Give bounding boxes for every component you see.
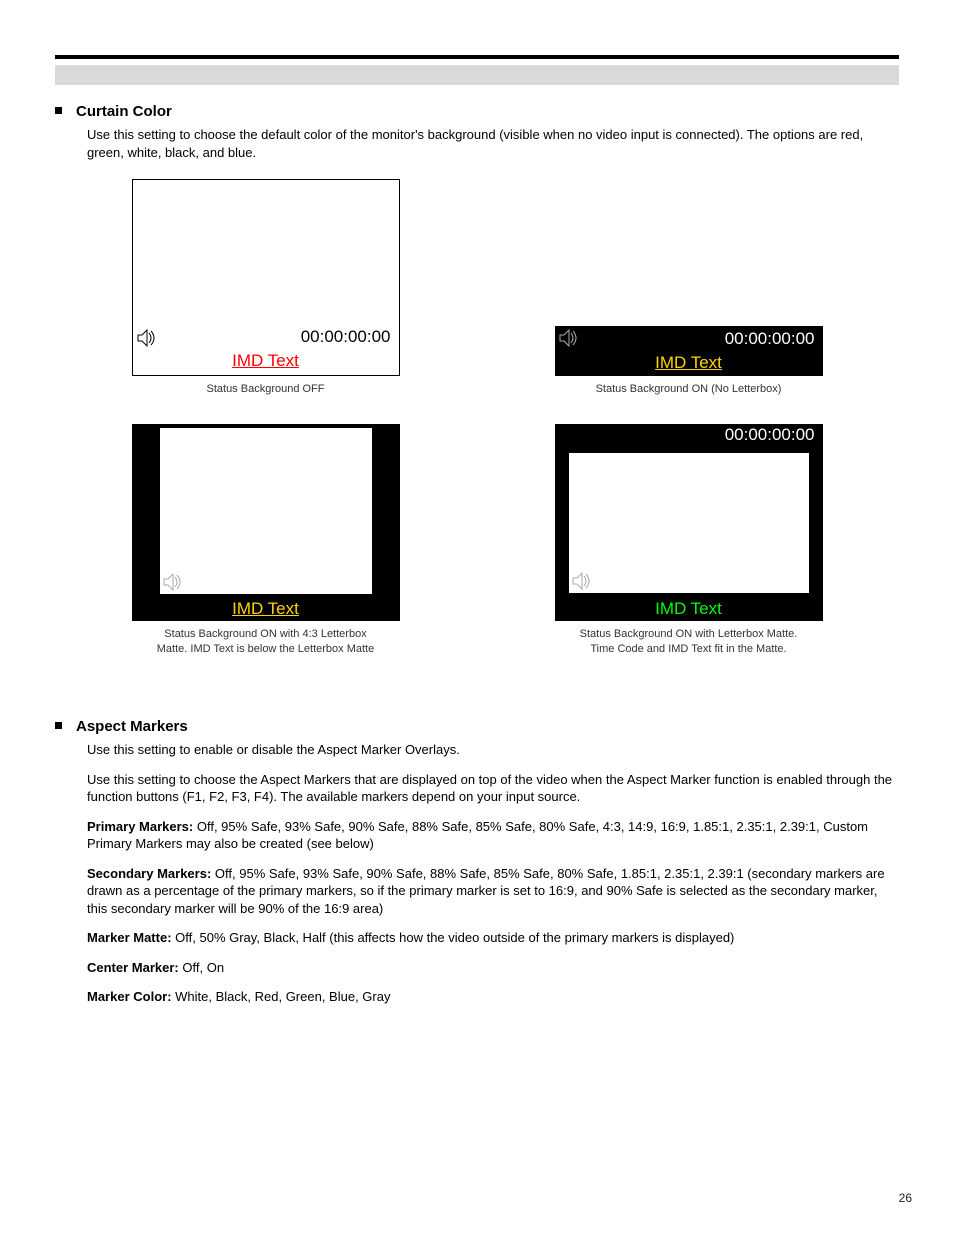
aspect-center-label: Center Marker: xyxy=(87,960,179,975)
speaker-icon xyxy=(559,329,579,347)
aspect-heading: Aspect Markers xyxy=(76,718,188,735)
aspect-body2: Use this setting to choose the Aspect Ma… xyxy=(87,771,899,806)
figure-d: 00:00:00:00 xyxy=(555,424,823,656)
figure-b-imd: IMD Text xyxy=(655,353,722,373)
figure-c: 00:00:00:00 IMD Text Status Background O… xyxy=(132,424,400,656)
figure-c-caption: Status Background ON with 4:3 Letterbox … xyxy=(157,627,374,656)
aspect-center-opts: Off, On xyxy=(182,960,224,975)
figure-d-bottom-bar: IMD Text xyxy=(555,597,823,621)
figure-a-frame: 00:00:00:00 IMD Text xyxy=(132,179,400,376)
figure-d-timecode: 00:00:00:00 xyxy=(725,425,815,445)
figure-d-mid xyxy=(555,448,823,597)
figure-b-video-area xyxy=(555,179,823,326)
figure-d-frame: 00:00:00:00 xyxy=(555,424,823,621)
aspect-matte-opts: Off, 50% Gray, Black, Half (this affects… xyxy=(175,930,734,945)
figure-c-imd: IMD Text xyxy=(232,599,299,618)
aspect-center: Center Marker: Off, On xyxy=(87,959,899,977)
figure-b: 00:00:00:00 IMD Text Status Background O… xyxy=(555,179,823,396)
figure-d-imd: IMD Text xyxy=(655,599,722,618)
figures-wrap: 00:00:00:00 IMD Text Status Background O… xyxy=(55,179,899,656)
figure-d-top-bar: 00:00:00:00 xyxy=(555,424,823,448)
section-bar-1 xyxy=(55,65,899,85)
figure-c-inner: 00:00:00:00 xyxy=(132,424,400,597)
aspect-color-label: Marker Color: xyxy=(87,989,172,1004)
aspect-color-opts: White, Black, Red, Green, Blue, Gray xyxy=(175,989,390,1004)
figure-row-1: 00:00:00:00 IMD Text Status Background O… xyxy=(132,179,823,396)
aspect-secondary: Secondary Markers: Off, 95% Safe, 93% Sa… xyxy=(87,865,899,918)
curtain-body: Use this setting to choose the default c… xyxy=(87,126,899,161)
figure-a: 00:00:00:00 IMD Text Status Background O… xyxy=(132,179,400,396)
aspect-color: Marker Color: White, Black, Red, Green, … xyxy=(87,988,899,1006)
speaker-icon xyxy=(137,329,157,347)
aspect-secondary-label: Secondary Markers: xyxy=(87,866,211,881)
aspect-matte: Marker Matte: Off, 50% Gray, Black, Half… xyxy=(87,929,899,947)
figure-row-2: 00:00:00:00 IMD Text Status Background O… xyxy=(132,424,823,656)
figure-b-caption: Status Background ON (No Letterbox) xyxy=(596,382,782,396)
figure-c-timecode: 00:00:00:00 xyxy=(278,571,368,591)
aspect-body1: Use this setting to enable or disable th… xyxy=(87,741,899,759)
bullet-icon xyxy=(55,722,62,729)
curtain-heading: Curtain Color xyxy=(76,103,172,120)
aspect-heading-row: Aspect Markers xyxy=(55,718,899,735)
figure-d-caption: Status Background ON with Letterbox Matt… xyxy=(580,627,798,656)
aspect-primary: Primary Markers: Off, 95% Safe, 93% Safe… xyxy=(87,818,899,853)
figure-c-video-area: 00:00:00:00 xyxy=(160,428,372,594)
figure-b-status-bar: 00:00:00:00 IMD Text xyxy=(555,326,823,376)
figure-b-timecode: 00:00:00:00 xyxy=(725,329,815,349)
speaker-icon xyxy=(572,572,592,590)
aspect-primary-label: Primary Markers: xyxy=(87,819,193,834)
figure-c-bottom-bar: IMD Text xyxy=(132,597,400,621)
figure-d-video-area xyxy=(569,453,809,593)
page-number: 26 xyxy=(899,1191,912,1205)
bullet-icon xyxy=(55,107,62,114)
figure-a-caption: Status Background OFF xyxy=(207,382,325,396)
aspect-primary-opts: Off, 95% Safe, 93% Safe, 90% Safe, 88% S… xyxy=(87,819,868,852)
figure-b-frame: 00:00:00:00 IMD Text xyxy=(555,179,823,376)
figure-a-imd: IMD Text xyxy=(232,351,299,371)
figure-a-timecode: 00:00:00:00 xyxy=(301,327,391,347)
aspect-matte-label: Marker Matte: xyxy=(87,930,172,945)
header-rule xyxy=(55,55,899,59)
speaker-icon xyxy=(163,573,183,591)
figure-c-frame: 00:00:00:00 IMD Text xyxy=(132,424,400,621)
curtain-heading-row: Curtain Color xyxy=(55,103,899,120)
